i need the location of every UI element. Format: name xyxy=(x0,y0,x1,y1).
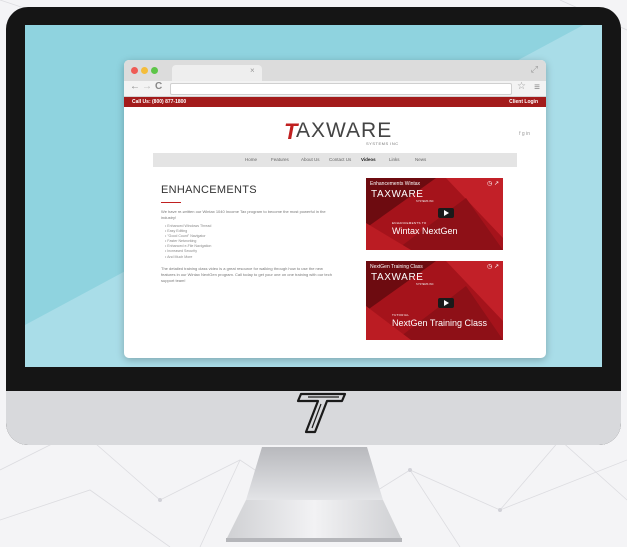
video-share-icons[interactable]: ◷ ↗ xyxy=(487,180,499,187)
video-logo-subtitle: SYSTEMS INC xyxy=(416,200,434,203)
resize-icon[interactable]: ⤢ xyxy=(531,64,538,75)
maximize-window-dot[interactable] xyxy=(151,67,158,74)
video-name: Wintax NextGen xyxy=(392,226,458,236)
video-label: ENHANCEMENTS TO xyxy=(392,221,427,225)
video-name: NextGen Training Class xyxy=(392,318,488,328)
video-title: Enhancements Wintax xyxy=(370,181,421,187)
url-input[interactable] xyxy=(170,83,512,95)
social-icons[interactable]: f g in xyxy=(519,131,530,137)
site-nav: Home Features About Us Contact Us Videos… xyxy=(153,153,517,167)
back-arrow-icon[interactable]: ← xyxy=(130,81,140,92)
video-share-icons[interactable]: ◷ ↗ xyxy=(487,263,499,270)
phone-number[interactable]: Call Us: (800) 877-1800 xyxy=(132,97,186,107)
page-title: ENHANCEMENTS xyxy=(161,184,257,196)
nav-home[interactable]: Home xyxy=(245,157,257,162)
logo-subtitle: SYSTEMS INC xyxy=(366,141,399,146)
site-logo[interactable]: AXWARE xyxy=(296,119,392,143)
imac-monitor: × ⤢ ← → C ☆ ≡ Call Us: (800) 877-1800 Cl… xyxy=(6,7,621,445)
site-top-bar: Call Us: (800) 877-1800 Client Login xyxy=(124,97,546,107)
play-icon xyxy=(444,210,449,216)
monitor-screen: × ⤢ ← → C ☆ ≡ Call Us: (800) 877-1800 Cl… xyxy=(25,25,602,367)
browser-window: × ⤢ ← → C ☆ ≡ Call Us: (800) 877-1800 Cl… xyxy=(124,60,546,358)
play-icon xyxy=(444,300,449,306)
nav-features[interactable]: Features xyxy=(271,157,289,162)
video-title: NextGen Training Class xyxy=(370,264,423,270)
nav-contact-us[interactable]: Contact Us xyxy=(329,157,351,162)
nav-news[interactable]: News xyxy=(415,157,426,162)
star-icon[interactable]: ☆ xyxy=(517,81,526,92)
video-logo: TAXWARE xyxy=(371,272,424,283)
close-icon[interactable]: × xyxy=(250,66,255,75)
taxware-t-logo xyxy=(296,392,347,434)
nav-links[interactable]: Links xyxy=(389,157,400,162)
reload-icon[interactable]: C xyxy=(155,81,162,92)
site-header: T AXWARE SYSTEMS INC f g in xyxy=(124,107,546,153)
video-training-class[interactable]: NextGen Training Class ◷ ↗ TAXWARE SYSTE… xyxy=(366,261,503,340)
client-login-link[interactable]: Client Login xyxy=(509,97,538,107)
nav-videos[interactable]: Videos xyxy=(361,157,376,162)
address-bar: ← → C ☆ ≡ xyxy=(124,81,546,97)
browser-tab[interactable]: × xyxy=(172,65,262,81)
video-label: TUTORIAL xyxy=(392,313,410,317)
close-window-dot[interactable] xyxy=(131,67,138,74)
play-button[interactable] xyxy=(438,208,454,218)
video-enhancements[interactable]: Enhancements Wintax ◷ ↗ TAXWARE SYSTEMS … xyxy=(366,178,503,250)
hamburger-menu-icon[interactable]: ≡ xyxy=(534,82,540,93)
title-underline xyxy=(161,202,181,203)
forward-arrow-icon[interactable]: → xyxy=(142,81,152,92)
intro-paragraph: We have re-written our Wintax 1040 Incom… xyxy=(161,209,326,220)
minimize-window-dot[interactable] xyxy=(141,67,148,74)
feature-list: • Enhanced Windows Thread • Easy Editing… xyxy=(165,224,341,260)
video-logo: TAXWARE xyxy=(371,189,424,200)
list-item: • And Much More xyxy=(165,254,193,259)
video-logo-subtitle: SYSTEMS INC xyxy=(416,283,434,286)
main-content: ENHANCEMENTS We have re-written our Wint… xyxy=(161,184,341,284)
nav-about-us[interactable]: About Us xyxy=(301,157,320,162)
closing-paragraph: The detailed training class video is a g… xyxy=(161,265,332,283)
browser-tab-bar: × ⤢ xyxy=(124,60,546,81)
play-button[interactable] xyxy=(438,298,454,308)
